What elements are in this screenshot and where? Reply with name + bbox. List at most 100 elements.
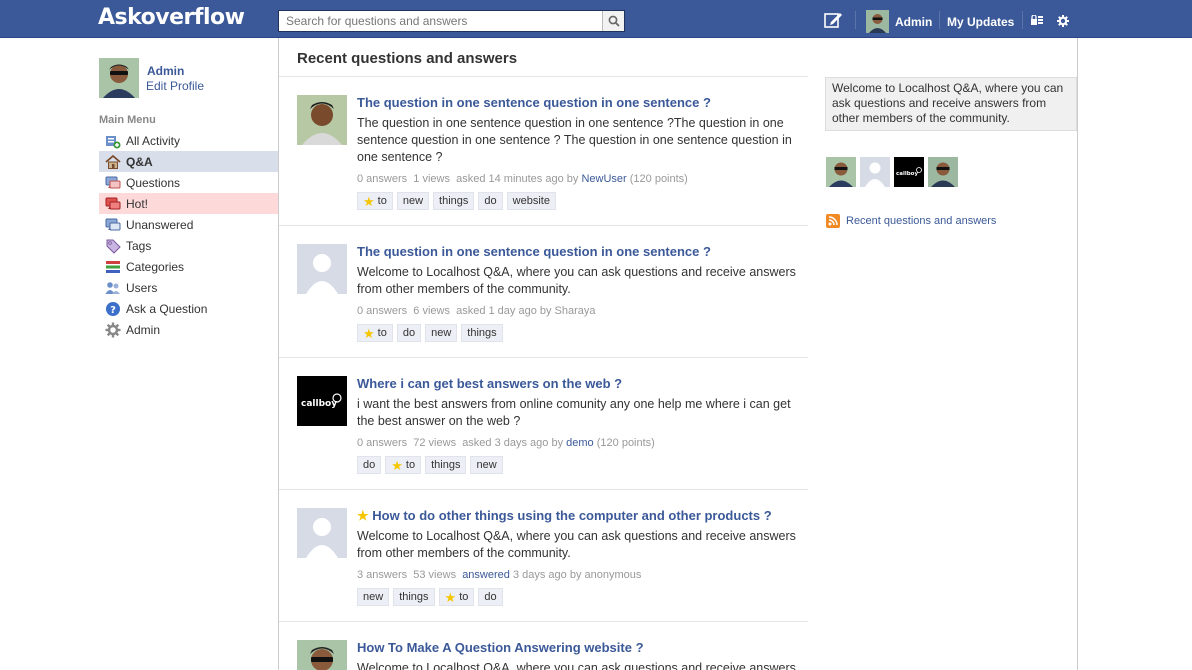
page-title: Recent questions and answers — [297, 50, 518, 67]
tag-link[interactable]: do — [357, 456, 382, 474]
question-title-link[interactable]: How To Make A Question Answering website… — [357, 640, 808, 656]
question-body: The question in one sentence question in… — [357, 95, 809, 210]
header-user-link[interactable]: Admin — [895, 15, 932, 29]
tag-link[interactable]: ★ to — [385, 456, 422, 474]
tag-link[interactable]: things — [433, 192, 475, 210]
view-count: 6 views — [413, 305, 450, 317]
tag-link[interactable]: things — [461, 324, 503, 342]
rss-feed-link[interactable]: Recent questions and answers — [826, 214, 996, 228]
sidebar-item-categories[interactable]: Categories — [99, 256, 278, 277]
question-body: Where i can get best answers on the web … — [357, 376, 809, 474]
question-avatar[interactable] — [297, 508, 347, 558]
question-avatar[interactable]: callboy — [297, 376, 347, 426]
tag-link[interactable]: new — [470, 456, 503, 474]
my-updates-link[interactable]: My Updates — [947, 15, 1014, 29]
sidebar-item-admin[interactable]: Admin — [99, 319, 278, 340]
user-link[interactable]: demo — [566, 437, 594, 449]
sidebar-item-label: Unanswered — [126, 217, 194, 232]
sidebar-item-questions[interactable]: Questions — [99, 172, 278, 193]
sidebar-item-unanswered[interactable]: Unanswered — [99, 214, 278, 235]
tag-link[interactable]: do — [478, 588, 503, 606]
user-avatar[interactable] — [860, 157, 890, 187]
answer-count: 0 answers — [357, 173, 408, 185]
questions-icon — [105, 176, 121, 188]
question-avatar[interactable] — [297, 640, 347, 670]
asked-info: 3 days ago by anonymous — [512, 569, 642, 581]
question-excerpt: Welcome to Localhost Q&A, where you can … — [357, 265, 796, 296]
sidebar-avatar[interactable] — [99, 58, 139, 98]
user-avatar[interactable] — [826, 157, 856, 187]
tag-link[interactable]: do — [478, 192, 503, 210]
hot-icon — [105, 197, 121, 209]
user-avatar[interactable] — [928, 157, 958, 187]
tag-link[interactable]: new — [425, 324, 458, 342]
rss-icon — [826, 214, 840, 228]
user-points: (120 points) — [596, 437, 655, 449]
user-link[interactable]: NewUser — [581, 173, 626, 185]
question-title-link[interactable]: ★ How to do other things using the compu… — [357, 508, 809, 524]
user-points: (120 points) — [629, 173, 688, 185]
edit-profile-link[interactable]: Edit Profile — [146, 79, 204, 93]
divider — [855, 11, 856, 29]
tag-list: do ★ to things new — [357, 456, 809, 474]
star-icon: ★ — [357, 508, 369, 523]
answer-count: 0 answers — [357, 437, 408, 449]
sidebar-item-tags[interactable]: Tags — [99, 235, 278, 256]
sidebar-item-label: All Activity — [126, 133, 181, 148]
main-menu: All Activity Q&A Questions Hot! Unanswer… — [99, 130, 278, 340]
answered-link[interactable]: answered — [462, 569, 510, 581]
svg-text:?: ? — [110, 305, 116, 316]
answer-count: 0 answers — [357, 305, 408, 317]
sidebar-item-hot[interactable]: Hot! — [99, 193, 278, 214]
question-excerpt: Welcome to Localhost Q&A, where you can … — [357, 529, 796, 560]
svg-text:callboy: callboy — [896, 171, 918, 177]
edit-icon[interactable] — [823, 10, 843, 30]
tag-link[interactable]: website — [506, 192, 556, 210]
question-body: The question in one sentence question in… — [357, 244, 809, 342]
asked-info: asked 3 days ago by — [462, 437, 564, 449]
search-button[interactable] — [602, 11, 624, 31]
sidebar-item-all-activity[interactable]: All Activity — [99, 130, 278, 151]
tag-list: ★ to do new things — [357, 324, 809, 342]
tag-link[interactable]: things — [425, 456, 467, 474]
sidebar-item-qa[interactable]: Q&A — [99, 151, 278, 172]
sidebar-item-users[interactable]: Users — [99, 277, 278, 298]
tag-link[interactable]: ★ to — [357, 192, 393, 210]
sidebar-item-label: Categories — [126, 259, 185, 274]
tag-link[interactable]: new — [396, 192, 430, 210]
question-title-link[interactable]: The question in one sentence question in… — [357, 95, 809, 111]
question-title-link[interactable]: The question in one sentence question in… — [357, 244, 809, 260]
search-icon — [608, 15, 620, 27]
star-icon: ★ — [363, 325, 375, 341]
tag-link[interactable]: ★ to — [357, 324, 393, 342]
sidebar-item-label: Admin — [126, 322, 161, 337]
home-icon — [105, 154, 121, 169]
question-item: The question in one sentence question in… — [279, 77, 808, 226]
unanswered-icon — [105, 218, 121, 230]
asked-info: asked 1 day ago by Sharaya — [456, 305, 596, 317]
user-avatar[interactable]: callboy — [894, 157, 924, 187]
question-title-link[interactable]: Where i can get best answers on the web … — [357, 376, 809, 392]
question-avatar[interactable] — [297, 95, 347, 145]
tag-link[interactable]: do — [396, 324, 422, 342]
sidebar-item-ask[interactable]: ? Ask a Question — [99, 298, 278, 319]
asked-info: asked 14 minutes ago by — [456, 173, 579, 185]
categories-icon — [106, 260, 120, 273]
tag-link[interactable]: ★ to — [438, 588, 475, 606]
question-excerpt: The question in one sentence question in… — [357, 116, 792, 164]
sidebar-user-name[interactable]: Admin — [147, 64, 184, 78]
question-meta: 0 answers 72 views asked 3 days ago by d… — [357, 436, 809, 450]
lock-icon[interactable] — [1031, 15, 1043, 25]
sidebar-item-label: Hot! — [126, 196, 149, 211]
site-logo[interactable]: Askoverflow — [98, 5, 245, 30]
search-input[interactable] — [279, 11, 601, 31]
question-avatar[interactable] — [297, 244, 347, 294]
gear-icon[interactable] — [1057, 15, 1069, 27]
header-avatar[interactable] — [866, 10, 889, 33]
tag-link[interactable]: new — [357, 588, 390, 606]
tag-link[interactable]: things — [393, 588, 435, 606]
search-box — [278, 10, 625, 32]
view-count: 53 views — [413, 569, 457, 581]
sidebar-item-label: Q&A — [126, 154, 153, 169]
activity-icon — [106, 135, 121, 148]
